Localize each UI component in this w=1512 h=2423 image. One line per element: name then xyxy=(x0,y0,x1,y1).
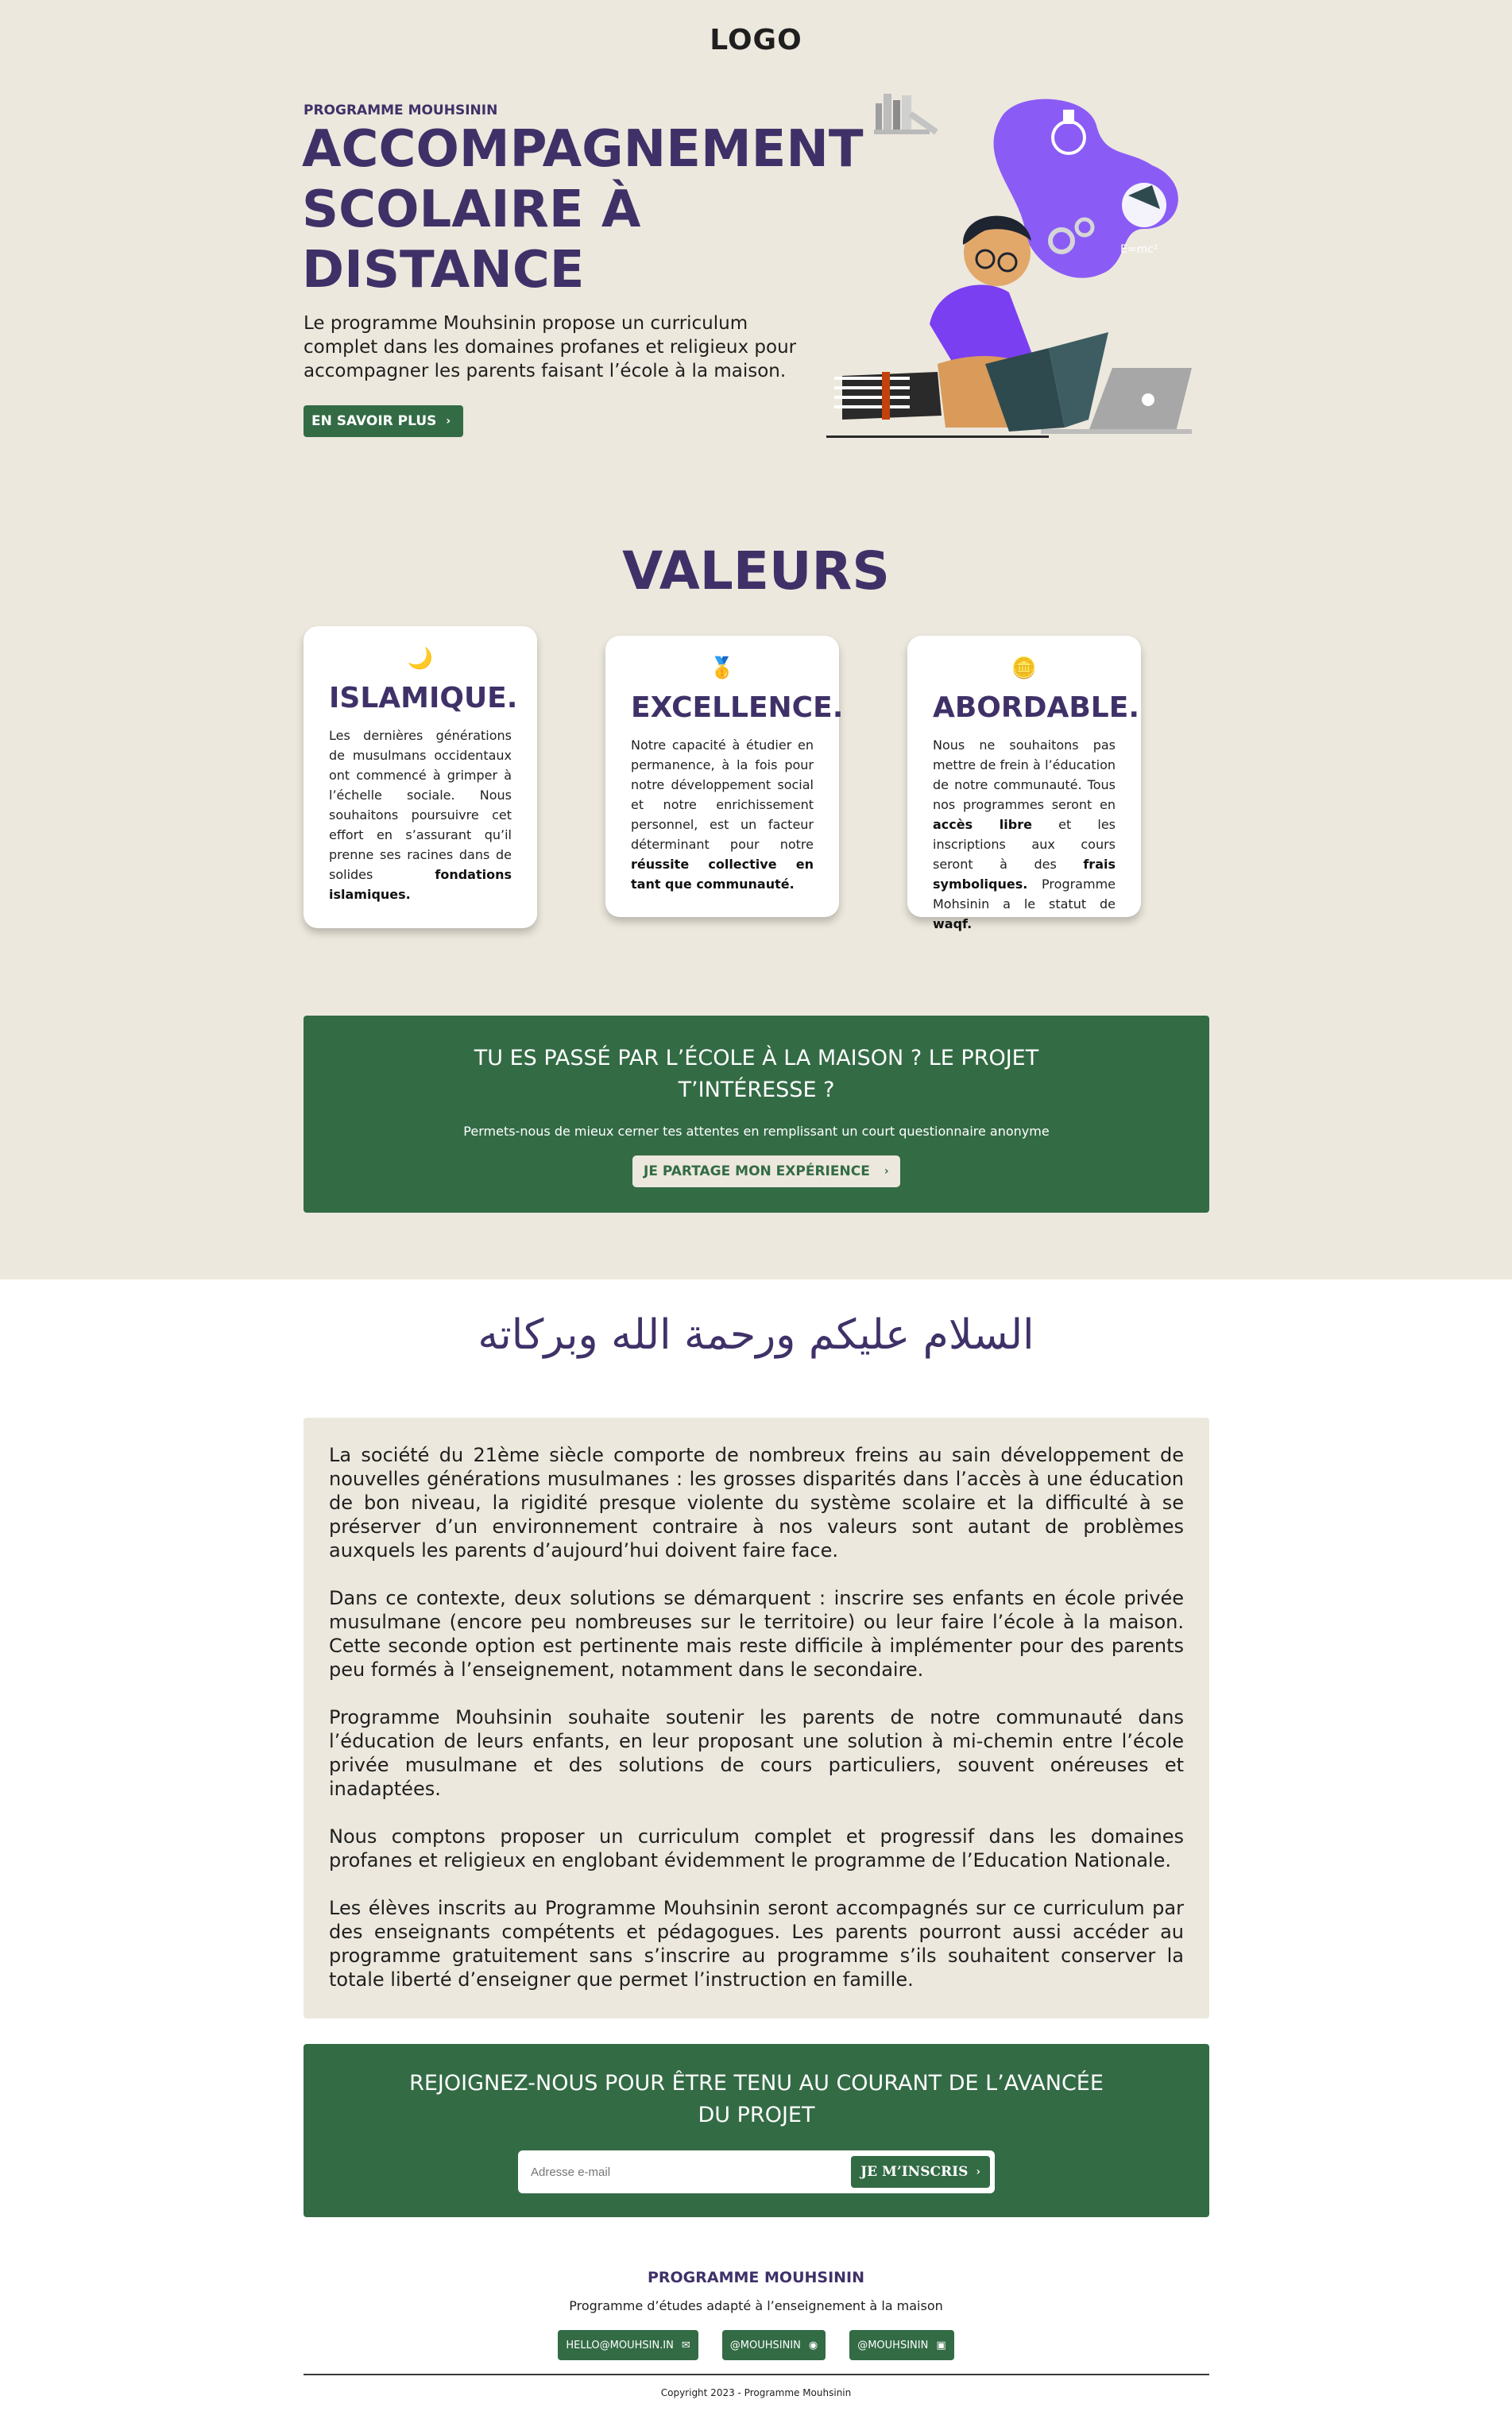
survey-title: TU ES PASSÉ PAR L’ÉCOLE À LA MAISON ? LE… xyxy=(474,1046,1039,1102)
instagram-link[interactable]: @MOUHSININ ◉ xyxy=(721,2330,826,2360)
values-title: VALEURS xyxy=(622,540,890,602)
crescent-moon-icon: 🌙 xyxy=(407,647,434,671)
newsletter-banner: REJOIGNEZ-NOUS POUR ÊTRE TENU AU COURANT… xyxy=(304,2044,1209,2217)
laptop-graphic xyxy=(1089,368,1192,432)
arabic-greeting: السلام عليكم ورحمة الله وبركاته xyxy=(478,1311,1034,1359)
footer-links: HELLO@MOUHSIN.IN ✉ @MOUHSININ ◉ @MOUHSIN… xyxy=(0,2330,1512,2360)
copyright: Copyright 2023 - Programme Mouhsinin xyxy=(660,2387,852,2398)
logo[interactable]: LOGO xyxy=(0,24,1512,56)
card-text: Nous ne souhaitons pas mettre de frein à… xyxy=(933,737,1116,931)
mail-icon: ✉ xyxy=(681,2339,690,2351)
subscribe-button[interactable]: JE M’INSCRIS › xyxy=(851,2156,990,2188)
value-card-excellence: 🥇 EXCELLENCE. Notre capacité à étudier e… xyxy=(605,636,844,917)
hero-title: ACCOMPAGNEMENT SCOLAIRE À DISTANCE xyxy=(302,120,864,300)
footer-title: PROGRAMME MOUHSININ xyxy=(647,2269,865,2286)
chevron-right-icon: › xyxy=(884,1165,889,1178)
share-experience-button[interactable]: JE PARTAGE MON EXPÉRIENCE › xyxy=(632,1155,900,1187)
svg-text:E=mc²: E=mc² xyxy=(1120,243,1158,256)
facebook-link[interactable]: @MOUHSININ ▣ xyxy=(849,2330,954,2360)
boy-body xyxy=(930,284,1033,364)
newsletter-title: REJOIGNEZ-NOUS POUR ÊTRE TENU AU COURANT… xyxy=(409,2071,1104,2127)
facebook-icon: ▣ xyxy=(936,2339,946,2351)
footer-subtitle: Programme d’études adapté à l’enseigneme… xyxy=(569,2298,943,2313)
chevron-right-icon: › xyxy=(976,2166,980,2178)
footer-divider xyxy=(304,2374,1209,2375)
medal-icon: 🥇 xyxy=(709,656,736,680)
email-link[interactable]: HELLO@MOUHSIN.IN ✉ xyxy=(558,2330,698,2360)
intro-paragraph: Nous comptons proposer un curriculum com… xyxy=(329,1825,1184,1871)
share-experience-label: JE PARTAGE MON EXPÉRIENCE xyxy=(644,1163,870,1179)
instagram-icon: ◉ xyxy=(808,2339,818,2351)
value-card-abordable: 🪙 ABORDABLE. Nous ne souhaitons pas mett… xyxy=(907,636,1141,931)
survey-subtitle: Permets-nous de mieux cerner tes attente… xyxy=(463,1124,1050,1139)
value-card-islamique: 🌙 ISLAMIQUE. Les dernières générations d… xyxy=(304,626,537,928)
intro-text-block: La société du 21ème siècle comporte de n… xyxy=(304,1418,1209,2019)
bookshelf-graphic xyxy=(874,94,938,135)
intro-paragraph: La société du 21ème siècle comporte de n… xyxy=(329,1444,1184,1562)
intro-paragraph: Programme Mouhsinin souhaite soutenir le… xyxy=(329,1706,1184,1800)
email-input[interactable] xyxy=(523,2164,852,2180)
hero-kicker: PROGRAMME MOUHSININ xyxy=(304,103,498,118)
coin-icon: 🪙 xyxy=(1011,656,1038,680)
experience-survey-banner: TU ES PASSÉ PAR L’ÉCOLE À LA MAISON ? LE… xyxy=(304,1016,1209,1213)
intro-paragraph: Dans ce contexte, deux solutions se déma… xyxy=(329,1587,1184,1681)
hero-description: Le programme Mouhsinin propose un curric… xyxy=(304,313,797,381)
intro-paragraph: Les élèves inscrits au Programme Mouhsin… xyxy=(329,1897,1184,1991)
learn-more-label: EN SAVOIR PLUS xyxy=(311,413,437,429)
learn-more-button[interactable]: EN SAVOIR PLUS › xyxy=(304,405,464,437)
card-title: ABORDABLE. xyxy=(933,691,1140,724)
card-text: Notre capacité à étudier en permanence, … xyxy=(631,737,814,892)
newsletter-form: JE M’INSCRIS › xyxy=(518,2150,995,2193)
card-title: ISLAMIQUE. xyxy=(329,682,518,714)
card-title: EXCELLENCE. xyxy=(631,691,844,724)
card-text: Les dernières générations de musulmans o… xyxy=(329,728,512,902)
subscribe-label: JE M’INSCRIS xyxy=(860,2164,969,2180)
chevron-right-icon: › xyxy=(446,415,451,428)
student-reading-illustration: E=mc² xyxy=(826,94,1192,438)
